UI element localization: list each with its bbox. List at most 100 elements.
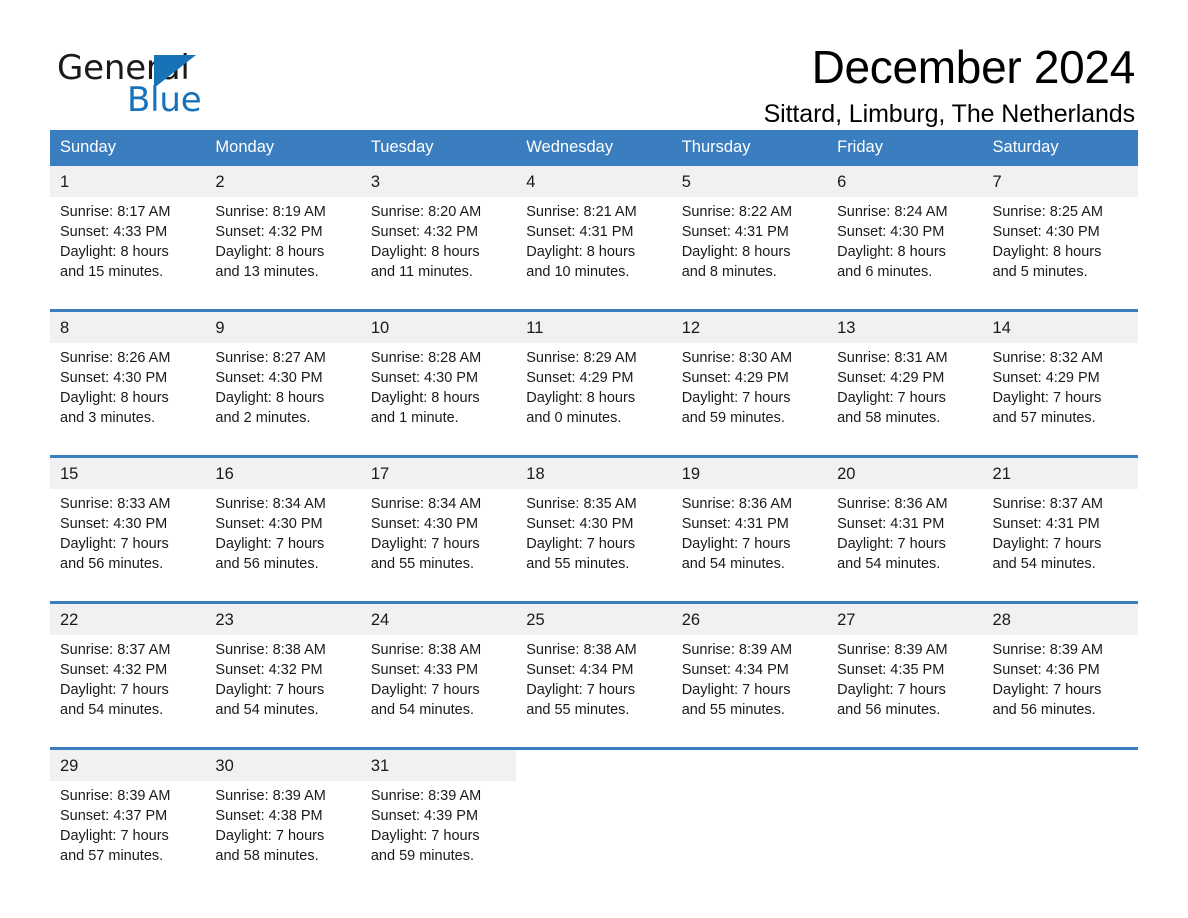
day-cell[interactable]: Sunrise: 8:19 AM Sunset: 4:32 PM Daylight:… xyxy=(205,197,360,296)
day-cell[interactable]: Sunrise: 8:24 AM Sunset: 4:30 PM Daylight:… xyxy=(827,197,982,296)
calendar-weeks: 1 2 3 4 5 6 7 Sunrise: 8:17 AM Sunset: 4:33 PM Da… xyxy=(50,166,1138,880)
weekday-header-friday: Friday xyxy=(837,138,883,156)
day-cell[interactable]: Sunrise: 8:25 AM Sunset: 4:30 PM Daylight:… xyxy=(983,197,1138,296)
day-daylight-line2-text: and 6 minutes. xyxy=(837,264,933,280)
day-daylight-line2-text: and 58 minutes. xyxy=(837,410,941,426)
day-cell[interactable]: Sunrise: 8:36 AM Sunset: 4:31 PM Daylight:… xyxy=(672,489,827,588)
day-number[interactable]: 18 xyxy=(516,458,671,489)
day-daylight-line1-text: Daylight: 7 hours xyxy=(992,536,1102,552)
day-number[interactable]: 20 xyxy=(827,458,982,489)
location-subtitle: Sittard, Limburg, The Netherlands xyxy=(763,100,1136,128)
day-number[interactable]: 29 xyxy=(50,750,205,781)
day-cell[interactable]: Sunrise: 8:34 AM Sunset: 4:30 PM Daylight:… xyxy=(361,489,516,588)
day-cell[interactable]: Sunrise: 8:38 AM Sunset: 4:32 PM Daylight:… xyxy=(205,635,360,734)
day-number[interactable]: 27 xyxy=(827,604,982,635)
day-sunrise-text: Sunrise: 8:37 AM xyxy=(992,496,1103,512)
day-daylight-line1-text: Daylight: 8 hours xyxy=(526,390,636,406)
brand-logo[interactable]: General Blue xyxy=(57,48,257,120)
day-number[interactable]: 15 xyxy=(50,458,205,489)
day-cell[interactable]: Sunrise: 8:17 AM Sunset: 4:33 PM Daylight:… xyxy=(50,197,205,296)
day-daylight-line1-text: Daylight: 7 hours xyxy=(370,828,480,844)
day-cell[interactable]: Sunrise: 8:33 AM Sunset: 4:30 PM Daylight:… xyxy=(50,489,205,588)
day-daylight-line2-text: and 59 minutes. xyxy=(681,410,785,426)
day-number[interactable]: 30 xyxy=(205,750,360,781)
day-cell[interactable]: Sunrise: 8:31 AM Sunset: 4:29 PM Daylight:… xyxy=(827,343,982,442)
day-cell[interactable]: Sunrise: 8:39 AM Sunset: 4:39 PM Daylight:… xyxy=(361,781,516,880)
day-cell-empty xyxy=(516,781,671,880)
day-cell[interactable]: Sunrise: 8:20 AM Sunset: 4:32 PM Daylight:… xyxy=(361,197,516,296)
day-cell[interactable]: Sunrise: 8:39 AM Sunset: 4:34 PM Daylight:… xyxy=(672,635,827,734)
day-cell[interactable]: Sunrise: 8:27 AM Sunset: 4:30 PM Daylight:… xyxy=(205,343,360,442)
day-number[interactable]: 14 xyxy=(983,312,1138,343)
day-daylight-line2-text: and 10 minutes. xyxy=(526,264,630,280)
day-number[interactable]: 25 xyxy=(516,604,671,635)
day-daylight-line1-text: Daylight: 7 hours xyxy=(526,682,636,698)
page-titles: December 2024 Sittard, Limburg, The Neth… xyxy=(763,40,1136,130)
day-cell[interactable]: Sunrise: 8:38 AM Sunset: 4:33 PM Daylight:… xyxy=(361,635,516,734)
day-number[interactable]: 9 xyxy=(205,312,360,343)
day-cell[interactable]: Sunrise: 8:32 AM Sunset: 4:29 PM Daylight:… xyxy=(983,343,1138,442)
day-number[interactable]: 28 xyxy=(983,604,1138,635)
day-number[interactable]: 13 xyxy=(827,312,982,343)
day-daylight-line1-text: Daylight: 8 hours xyxy=(215,390,325,406)
day-number[interactable]: 11 xyxy=(516,312,671,343)
week-detail-band: Sunrise: 8:39 AM Sunset: 4:37 PM Daylight:… xyxy=(50,781,1138,880)
day-number[interactable]: 26 xyxy=(672,604,827,635)
day-sunrise-text: Sunrise: 8:25 AM xyxy=(992,204,1103,220)
day-sunset-text: Sunset: 4:36 PM xyxy=(992,662,1100,678)
day-number[interactable]: 2 xyxy=(205,166,360,197)
day-number[interactable]: 7 xyxy=(983,166,1138,197)
day-cell[interactable]: Sunrise: 8:26 AM Sunset: 4:30 PM Daylight:… xyxy=(50,343,205,442)
day-number[interactable]: 4 xyxy=(516,166,671,197)
day-sunset-text: Sunset: 4:37 PM xyxy=(60,808,168,824)
day-cell[interactable]: Sunrise: 8:39 AM Sunset: 4:36 PM Daylight:… xyxy=(983,635,1138,734)
day-cell[interactable]: Sunrise: 8:39 AM Sunset: 4:38 PM Daylight:… xyxy=(205,781,360,880)
day-number[interactable]: 31 xyxy=(361,750,516,781)
day-number[interactable]: 19 xyxy=(672,458,827,489)
day-daylight-line1-text: Daylight: 7 hours xyxy=(215,682,325,698)
brand-name-blue: Blue xyxy=(127,80,202,120)
day-number[interactable]: 10 xyxy=(361,312,516,343)
day-cell[interactable]: Sunrise: 8:29 AM Sunset: 4:29 PM Daylight:… xyxy=(516,343,671,442)
day-cell[interactable]: Sunrise: 8:37 AM Sunset: 4:31 PM Daylight:… xyxy=(983,489,1138,588)
day-cell[interactable]: Sunrise: 8:30 AM Sunset: 4:29 PM Daylight:… xyxy=(672,343,827,442)
day-cell[interactable]: Sunrise: 8:39 AM Sunset: 4:37 PM Daylight:… xyxy=(50,781,205,880)
day-cell[interactable]: Sunrise: 8:38 AM Sunset: 4:34 PM Daylight:… xyxy=(516,635,671,734)
day-cell[interactable]: Sunrise: 8:36 AM Sunset: 4:31 PM Daylight:… xyxy=(827,489,982,588)
day-sunset-text: Sunset: 4:32 PM xyxy=(215,662,323,678)
day-cell[interactable]: Sunrise: 8:37 AM Sunset: 4:32 PM Daylight:… xyxy=(50,635,205,734)
day-number[interactable]: 5 xyxy=(672,166,827,197)
day-number[interactable]: 12 xyxy=(672,312,827,343)
day-sunset-text: Sunset: 4:30 PM xyxy=(215,370,323,386)
day-cell[interactable]: Sunrise: 8:35 AM Sunset: 4:30 PM Daylight:… xyxy=(516,489,671,588)
day-sunrise-text: Sunrise: 8:28 AM xyxy=(370,350,482,366)
day-number[interactable]: 16 xyxy=(205,458,360,489)
day-daylight-line1-text: Daylight: 7 hours xyxy=(992,682,1102,698)
day-sunrise-text: Sunrise: 8:39 AM xyxy=(370,788,482,804)
day-daylight-line1-text: Daylight: 7 hours xyxy=(215,828,325,844)
day-sunrise-text: Sunrise: 8:29 AM xyxy=(526,350,637,366)
day-daylight-line2-text: and 5 minutes. xyxy=(992,264,1088,280)
day-number[interactable]: 23 xyxy=(205,604,360,635)
day-number[interactable]: 8 xyxy=(50,312,205,343)
day-daylight-line1-text: Daylight: 7 hours xyxy=(837,390,946,406)
day-daylight-line2-text: and 3 minutes. xyxy=(60,410,156,426)
day-number[interactable]: 24 xyxy=(361,604,516,635)
day-daylight-line1-text: Daylight: 7 hours xyxy=(837,536,946,552)
day-cell[interactable]: Sunrise: 8:21 AM Sunset: 4:31 PM Daylight:… xyxy=(516,197,671,296)
day-number[interactable]: 22 xyxy=(50,604,205,635)
day-sunrise-text: Sunrise: 8:39 AM xyxy=(60,788,171,804)
day-number[interactable]: 3 xyxy=(361,166,516,197)
day-cell[interactable]: Sunrise: 8:28 AM Sunset: 4:30 PM Daylight:… xyxy=(361,343,516,442)
day-number[interactable]: 21 xyxy=(983,458,1138,489)
day-number[interactable]: 17 xyxy=(361,458,516,489)
day-sunrise-text: Sunrise: 8:33 AM xyxy=(60,496,171,512)
day-cell[interactable]: Sunrise: 8:22 AM Sunset: 4:31 PM Daylight:… xyxy=(672,197,827,296)
day-cell[interactable]: Sunrise: 8:39 AM Sunset: 4:35 PM Daylight:… xyxy=(827,635,982,734)
day-cell[interactable]: Sunrise: 8:34 AM Sunset: 4:30 PM Daylight:… xyxy=(205,489,360,588)
day-number[interactable]: 1 xyxy=(50,166,205,197)
day-daylight-line2-text: and 56 minutes. xyxy=(837,702,941,718)
day-daylight-line1-text: Daylight: 8 hours xyxy=(526,244,636,260)
day-number[interactable]: 6 xyxy=(827,166,982,197)
day-sunset-text: Sunset: 4:30 PM xyxy=(370,516,479,532)
